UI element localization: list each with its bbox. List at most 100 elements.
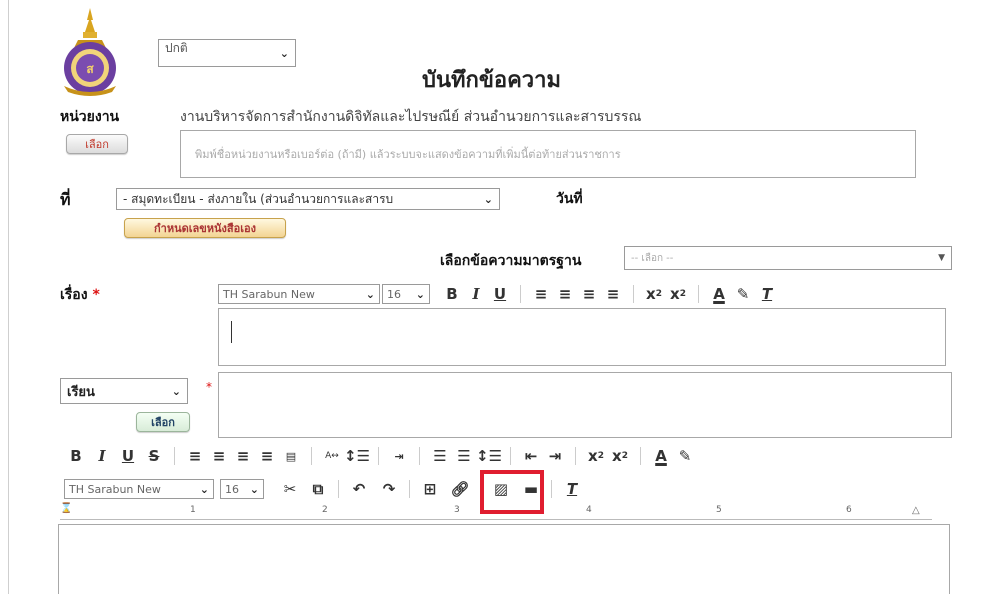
salutation-select-button[interactable]: เลือก [136,412,190,432]
body-size-select[interactable]: 16 ⌄ [220,479,264,499]
svg-text:ส: ส [86,62,94,76]
ruler-number: 1 [190,505,196,515]
toolbar-divider [174,447,175,465]
cut-icon[interactable]: ✂ [278,477,302,501]
strikethrough-icon[interactable]: S [142,444,166,468]
italic-icon[interactable]: I [90,444,114,468]
ruler: ⌛ 1 2 3 4 5 6 △ [60,503,932,520]
required-mark: * [92,287,100,303]
ref-label: ที่ [60,190,71,209]
toolbar-divider [378,447,380,465]
align-center-icon[interactable]: ≡ [553,282,577,306]
unit-value: งานบริหารจัดการสำนักงานดิจิทัลและไปรษณีย… [180,109,642,125]
align-left-icon[interactable]: ≡ [183,444,207,468]
subject-size-select[interactable]: 16 ⌄ [382,284,430,304]
align-right-icon[interactable]: ≡ [231,444,255,468]
dropdown-arrow-icon: ▼ [938,253,945,263]
text-cursor [231,321,232,343]
chevron-down-icon: ⌄ [483,192,493,206]
ruler-number: 3 [454,505,460,515]
ruler-right-marker[interactable]: △ [912,505,920,516]
toolbar-divider [551,480,552,498]
toolbar-divider [633,285,634,303]
toolbar-divider [520,285,521,303]
bold-icon[interactable]: B [64,444,88,468]
numbered-list-icon[interactable]: ☰ [428,444,452,468]
distribute-icon[interactable]: ▤ [279,444,303,468]
chevron-down-icon: ⌄ [249,482,259,496]
organization-logo: ส [50,6,130,96]
unit-label: หน่วยงาน [60,109,120,125]
ruler-number: 2 [322,505,328,515]
clear-format-icon[interactable]: T [560,477,584,501]
clear-format-icon[interactable]: T [755,282,779,306]
highlight-pen-icon[interactable]: ✎ [731,282,755,306]
align-justify-icon[interactable]: ≡ [601,282,625,306]
subject-editor[interactable] [218,308,946,366]
body-font-select[interactable]: TH Sarabun New ⌄ [64,479,214,499]
list-spacing-icon[interactable]: ↕☰ [476,444,502,468]
tab-icon[interactable]: ⇥ [387,444,411,468]
chevron-down-icon: ⌄ [199,482,209,496]
subscript-icon[interactable]: x2 [584,444,608,468]
toolbar-divider [311,447,312,465]
align-center-icon[interactable]: ≡ [207,444,231,468]
standard-text-value: -- เลือก -- [631,252,674,264]
align-justify-icon[interactable]: ≡ [255,444,279,468]
line-height-icon[interactable]: ↕☰ [344,444,370,468]
subject-font-value: TH Sarabun New [223,287,315,301]
body-size-value: 16 [225,482,239,496]
standard-text-select[interactable]: -- เลือก -- ▼ [624,246,952,270]
indent-icon[interactable]: ⇥ [543,444,567,468]
highlight-pen-icon[interactable]: ✎ [673,444,697,468]
superscript-icon[interactable]: x2 [666,282,690,306]
standard-text-label: เลือกข้อความมาตรฐาน [440,253,582,269]
unit-select-button[interactable]: เลือก [66,134,128,154]
toolbar-divider [640,447,642,465]
bullet-list-icon[interactable]: ☰ [452,444,476,468]
ruler-number: 5 [716,505,722,515]
italic-icon[interactable]: I [464,282,488,306]
toolbar-divider [575,447,577,465]
body-editor[interactable] [58,524,950,594]
paragraph-style-value: ปกติ [165,40,188,55]
superscript-icon[interactable]: x2 [608,444,632,468]
align-left-icon[interactable]: ≡ [529,282,553,306]
unit-extra-input[interactable]: พิมพ์ชื่อหน่วยงานหรือเบอร์ต่อ (ถ้ามี) แล… [180,130,916,178]
subject-label: เรื่อง * [60,284,100,306]
chevron-down-icon: ⌄ [171,384,181,398]
toolbar-divider [419,447,421,465]
chevron-down-icon: ⌄ [415,287,425,301]
salutation-select[interactable]: เรียน ⌄ [60,378,188,404]
copy-icon[interactable]: ⧉ [306,477,330,501]
font-color-icon[interactable]: A [707,282,731,306]
ruler-indent-marker[interactable]: ⌛ [60,503,72,514]
bold-icon[interactable]: B [440,282,464,306]
page-left-border [8,0,9,594]
date-label: วันที่ [556,191,583,207]
subject-font-select[interactable]: TH Sarabun New ⌄ [218,284,380,304]
undo-icon[interactable]: ↶ [347,477,371,501]
underline-icon[interactable]: U [488,282,512,306]
subject-toolbar: TH Sarabun New ⌄ 16 ⌄ B I U ≡ ≡ ≡ ≡ x2 x… [218,280,948,308]
salutation-input[interactable] [218,372,952,438]
subscript-icon[interactable]: x2 [642,282,666,306]
font-color-icon[interactable]: A [649,444,673,468]
unit-extra-placeholder: พิมพ์ชื่อหน่วยงานหรือเบอร์ต่อ (ถ้ามี) แล… [195,148,621,161]
link-icon[interactable]: 🔗︎ [448,477,472,501]
redo-icon[interactable]: ↷ [377,477,401,501]
underline-icon[interactable]: U [116,444,140,468]
ruler-number: 6 [846,505,852,515]
outdent-icon[interactable]: ⇤ [519,444,543,468]
register-book-select[interactable]: - สมุดทะเบียน - ส่งภายใน (ส่วนอำนวยการแล… [116,188,500,210]
toolbar-divider [338,480,339,498]
custom-number-button[interactable]: กำหนดเลขหนังสือเอง [124,218,286,238]
letter-spacing-icon[interactable]: A↔ [320,444,344,468]
salutation-value: เรียน [67,384,95,400]
paragraph-style-select[interactable]: ปกติ ⌄ [158,39,296,67]
salutation-required-mark: * [206,380,212,394]
subject-size-value: 16 [387,287,401,301]
toolbar-divider [510,447,512,465]
table-icon[interactable]: ⊞ [418,477,442,501]
align-right-icon[interactable]: ≡ [577,282,601,306]
